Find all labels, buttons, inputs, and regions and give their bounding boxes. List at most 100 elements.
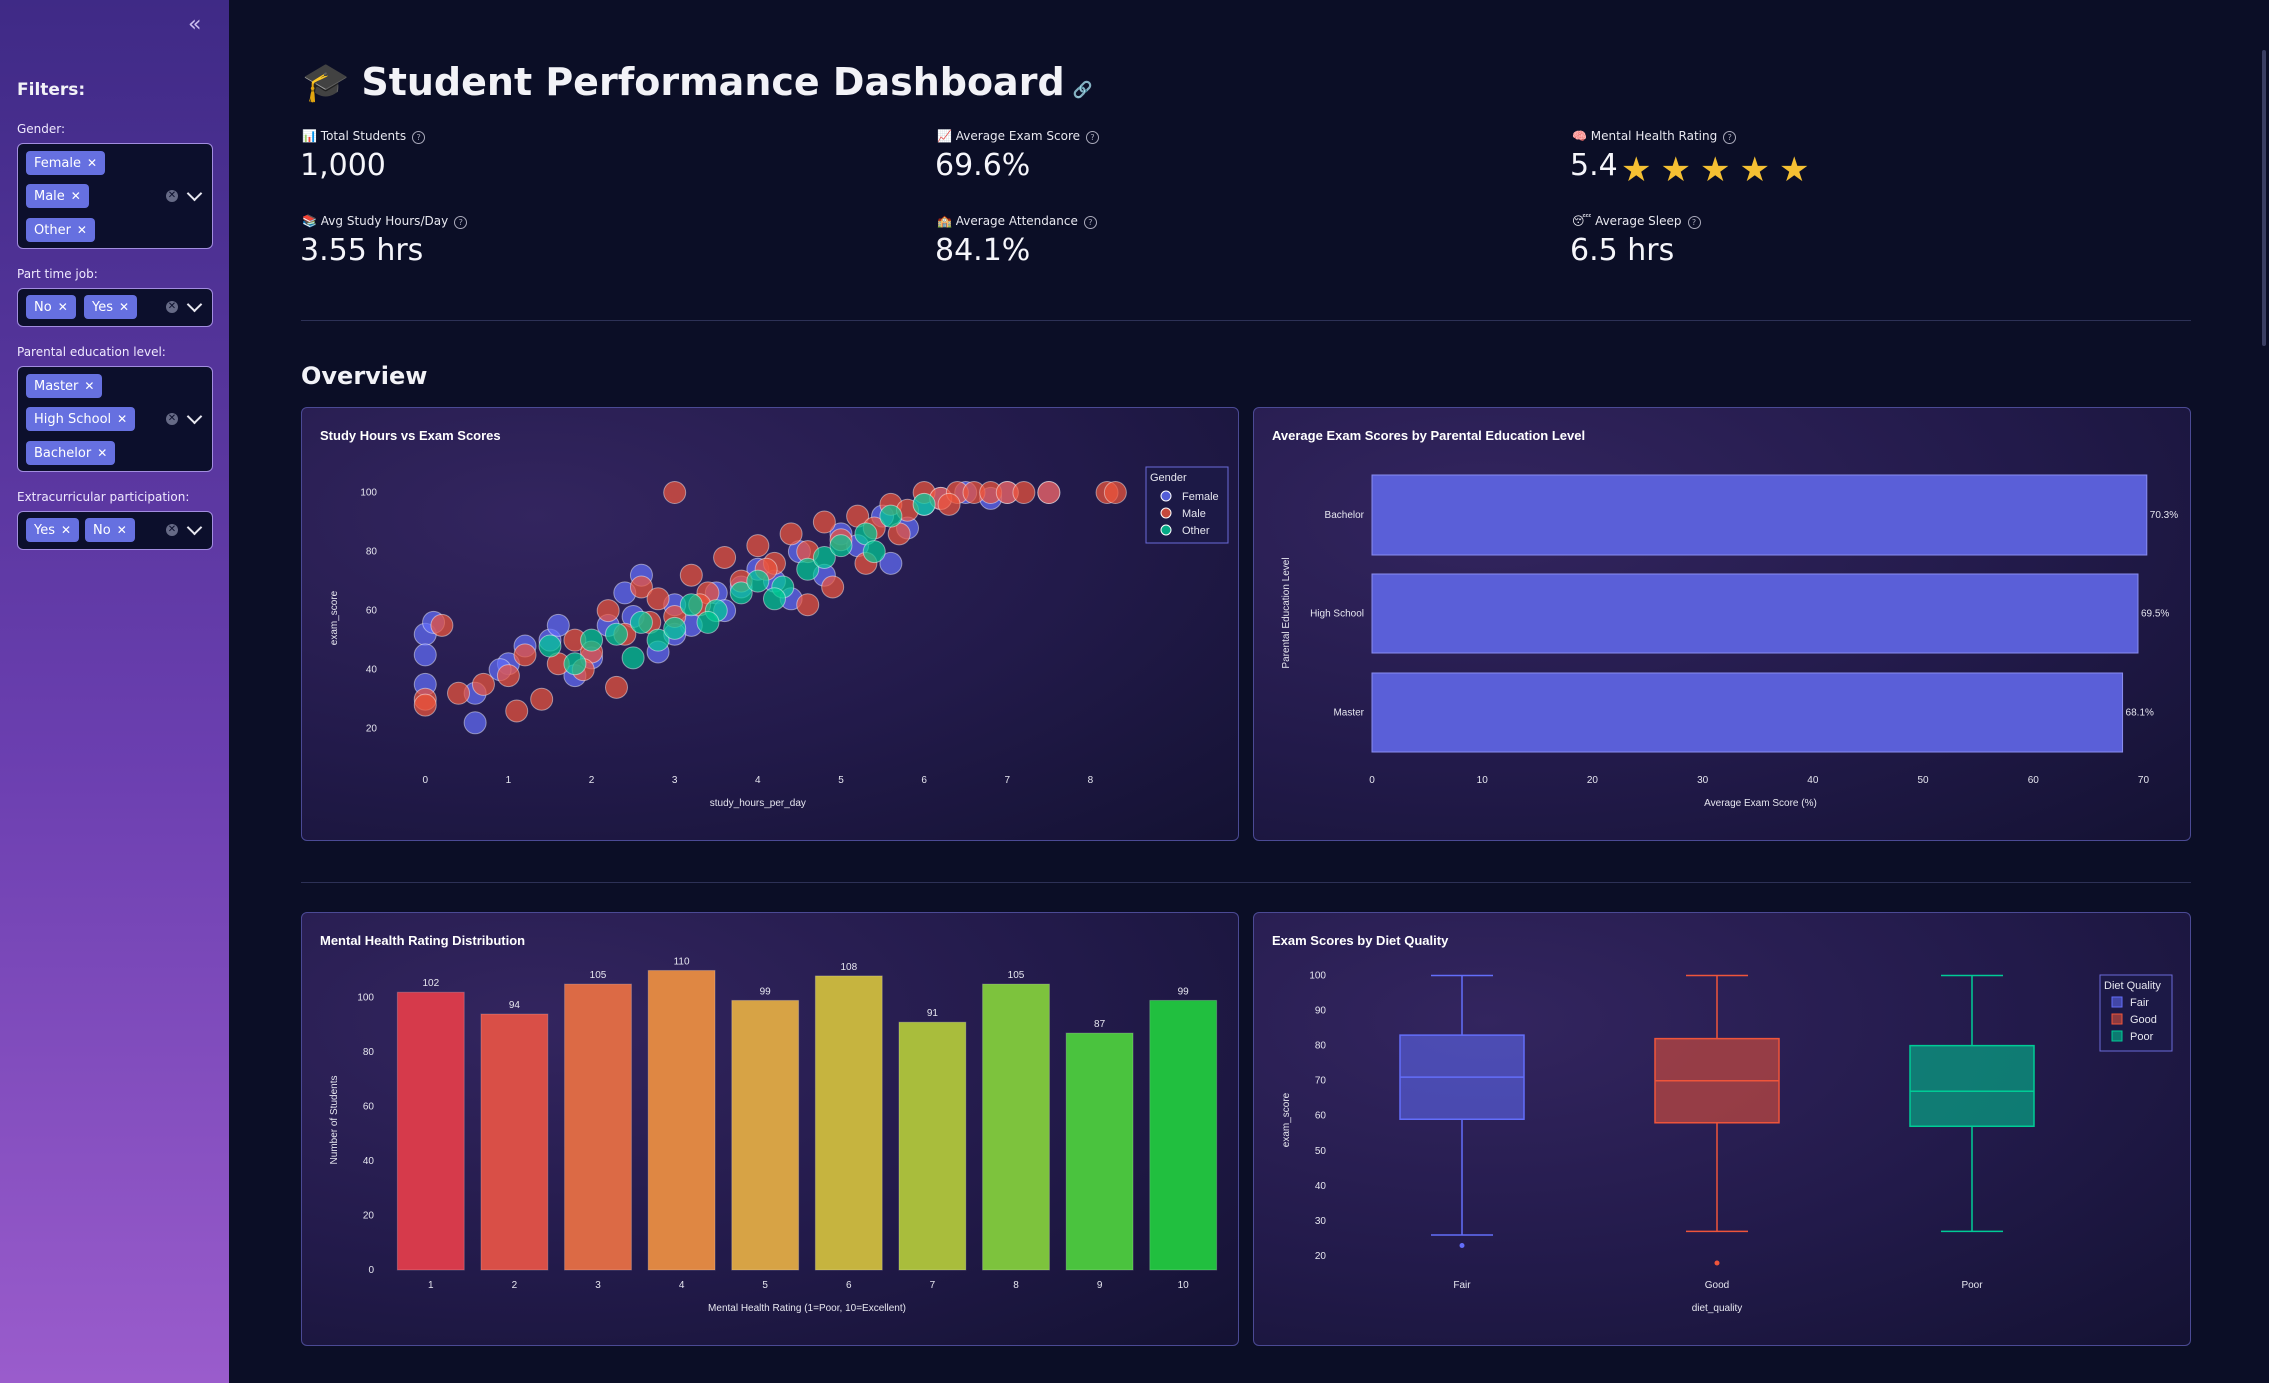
- x-tick-label: 0: [1369, 775, 1375, 786]
- chart-title: Mental Health Rating Distribution: [320, 933, 525, 948]
- legend-title: Diet Quality: [2104, 980, 2161, 992]
- remove-tag-icon[interactable]: ✕: [117, 523, 127, 537]
- x-tick-label: 1: [506, 775, 512, 786]
- x-tick-label: 4: [755, 775, 761, 786]
- x-tick-label: 2: [589, 775, 595, 786]
- scrollbar[interactable]: [2262, 50, 2266, 346]
- metric-label-total-students: 📊 Total Students?: [302, 129, 426, 144]
- scatter-chart[interactable]: Study Hours vs Exam Scores 0 1 2 3 4 5 6 7 8 20 40 6…: [302, 408, 1238, 840]
- x-tick-label: 9: [1097, 1280, 1103, 1291]
- x-tick-label: 6: [921, 775, 927, 786]
- scatter-point: [779, 522, 803, 546]
- scatter-point: [862, 540, 886, 564]
- help-icon[interactable]: ?: [454, 216, 468, 229]
- metric-value-average-exam-score: 69.6%: [935, 148, 1031, 183]
- x-axis-label: Mental Health Rating (1=Poor, 10=Excelle…: [708, 1303, 906, 1314]
- clear-icon[interactable]: ✕: [166, 301, 178, 313]
- scatter-point: [413, 693, 437, 717]
- bar-value-label: 69.5%: [2141, 609, 2169, 620]
- tag-no[interactable]: No ✕: [26, 295, 76, 319]
- tag-male[interactable]: Male ✕: [26, 184, 89, 208]
- scatter-point: [663, 481, 687, 505]
- part-time-job-multiselect[interactable]: No ✕ Yes ✕ ✕: [17, 288, 213, 327]
- tag-yes[interactable]: Yes ✕: [26, 518, 80, 542]
- metric-value-attendance: 84.1%: [935, 233, 1031, 268]
- extracurricular-multiselect[interactable]: Yes ✕ No ✕ ✕: [17, 511, 213, 550]
- box-outlier: [1459, 1242, 1465, 1248]
- scatter-point: [530, 687, 554, 711]
- y-tick-label: 20: [366, 724, 378, 735]
- filter-label-part-time-job: Part time job:: [17, 267, 98, 281]
- star-icon: ★: [1621, 150, 1661, 190]
- remove-tag-icon[interactable]: ✕: [77, 223, 87, 237]
- gender-multiselect[interactable]: Female ✕ Male ✕ Other ✕ ✕: [17, 143, 213, 249]
- help-icon[interactable]: ?: [1086, 131, 1100, 144]
- y-tick-label: Bachelor: [1325, 510, 1365, 521]
- bar: [731, 999, 800, 1271]
- legend-marker: [2111, 996, 2123, 1008]
- scatter-point: [679, 563, 703, 587]
- tag-female[interactable]: Female ✕: [26, 151, 106, 175]
- link-icon[interactable]: 🔗: [1073, 80, 1093, 99]
- clear-icon[interactable]: ✕: [166, 524, 178, 536]
- parental-education-multiselect[interactable]: Master ✕ High School ✕ Bachelor ✕ ✕: [17, 366, 213, 472]
- help-icon[interactable]: ?: [1723, 131, 1737, 144]
- x-tick-label: 10: [1477, 775, 1489, 786]
- chevron-down-icon[interactable]: [186, 519, 203, 536]
- x-tick-label: 0: [422, 775, 428, 786]
- scatter-point: [1012, 481, 1036, 505]
- legend-label: Male: [1182, 508, 1206, 520]
- legend-label: Other: [1182, 525, 1210, 537]
- remove-tag-icon[interactable]: ✕: [71, 189, 81, 203]
- collapse-sidebar-button[interactable]: «: [188, 12, 201, 37]
- scatter-point: [496, 664, 520, 688]
- remove-tag-icon[interactable]: ✕: [61, 523, 71, 537]
- bar-value-label: 94: [509, 1000, 521, 1011]
- remove-tag-icon[interactable]: ✕: [119, 300, 129, 314]
- clear-icon[interactable]: ✕: [166, 413, 178, 425]
- filter-label-parental-education: Parental education level:: [17, 345, 166, 359]
- chart-icon: 📊: [302, 129, 317, 143]
- scatter-point: [646, 587, 670, 611]
- tag-other[interactable]: Other ✕: [26, 218, 95, 242]
- help-icon[interactable]: ?: [1083, 216, 1097, 229]
- chart-card-study-hours: Study Hours vs Exam Scores 0 1 2 3 4 5 6 7 8 20 40 6…: [301, 407, 1239, 841]
- scatter-point: [505, 699, 529, 723]
- divider: [301, 882, 2191, 883]
- bar: [396, 991, 465, 1271]
- tag-yes[interactable]: Yes ✕: [84, 295, 138, 319]
- scatter-point: [596, 599, 620, 623]
- bar-value-label: 110: [674, 956, 690, 967]
- remove-tag-icon[interactable]: ✕: [97, 446, 107, 460]
- x-tick-label: Fair: [1453, 1280, 1471, 1291]
- chart-title: Study Hours vs Exam Scores: [320, 428, 501, 443]
- tag-no[interactable]: No ✕: [85, 518, 135, 542]
- x-tick-label: Good: [1705, 1280, 1729, 1291]
- horizontal-bar-chart[interactable]: Average Exam Scores by Parental Educatio…: [1254, 408, 2190, 840]
- remove-tag-icon[interactable]: ✕: [58, 300, 68, 314]
- metric-label-mental-health: 🧠 Mental Health Rating?: [1572, 129, 1737, 144]
- remove-tag-icon[interactable]: ✕: [87, 156, 97, 170]
- chevron-down-icon[interactable]: [186, 408, 203, 425]
- star-icon: ★: [1739, 150, 1779, 190]
- x-tick-label: 60: [2028, 775, 2040, 786]
- x-tick-label: 8: [1088, 775, 1094, 786]
- help-icon[interactable]: ?: [1687, 216, 1701, 229]
- remove-tag-icon[interactable]: ✕: [117, 412, 127, 426]
- box-plot-chart[interactable]: Exam Scores by Diet Quality 20 30 40 50 60 70 8…: [1254, 913, 2190, 1345]
- x-tick-label: 50: [1918, 775, 1930, 786]
- y-tick-label: 100: [357, 993, 374, 1004]
- chevron-down-icon[interactable]: [186, 296, 203, 313]
- metric-label-sleep: 😴 Average Sleep?: [1572, 214, 1701, 229]
- tag-master[interactable]: Master ✕: [26, 374, 103, 398]
- metric-value-sleep: 6.5 hrs: [1570, 233, 1675, 268]
- help-icon[interactable]: ?: [412, 131, 426, 144]
- remove-tag-icon[interactable]: ✕: [84, 379, 94, 393]
- clear-icon[interactable]: ✕: [166, 190, 178, 202]
- scatter-point: [762, 587, 786, 611]
- bar-chart[interactable]: Mental Health Rating Distribution 0 20 40 60…: [302, 913, 1238, 1345]
- x-tick-label: 3: [672, 775, 678, 786]
- tag-high-school[interactable]: High School ✕: [26, 407, 136, 431]
- tag-bachelor[interactable]: Bachelor ✕: [26, 441, 116, 465]
- chevron-down-icon[interactable]: [186, 185, 203, 202]
